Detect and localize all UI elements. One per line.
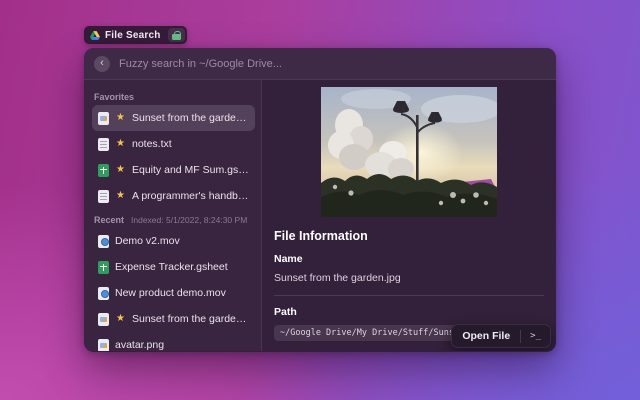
details-heading: File Information (274, 229, 544, 243)
file-preview-image (321, 87, 497, 217)
star-icon: ★ (115, 314, 126, 324)
list-item[interactable]: ★ Equity and MF Sum.gsheet (92, 157, 255, 183)
window-body: Favorites ★ Sunset from the garden.jpg ★ not… (84, 80, 556, 351)
list-item[interactable]: Demo v2.mov (92, 228, 255, 254)
file-name: A programmer's handbook.p... (132, 190, 249, 202)
list-item[interactable]: New product demo.mov (92, 280, 255, 306)
list-item[interactable]: ★ notes.txt (92, 131, 255, 157)
field-label: Name (274, 253, 544, 265)
file-name: Equity and MF Sum.gsheet (132, 164, 249, 176)
open-file-button[interactable]: Open File >_ (451, 324, 551, 348)
list-item[interactable]: ★ Sunset from the garden.jpg (92, 306, 255, 332)
file-name: Sunset from the garden.jpg (132, 313, 249, 325)
section-index-meta: Indexed: 5/1/2022, 8:24:30 PM (131, 215, 247, 225)
image-file-icon (98, 112, 109, 125)
text-file-icon (98, 190, 109, 203)
field-divider (274, 295, 544, 296)
file-search-window: ‹ Favorites ★ Sunset from the garden.jpg ★ n… (84, 48, 556, 352)
star-icon: ★ (115, 191, 126, 201)
gsheet-file-icon (98, 164, 109, 177)
app-badge-label: File Search (105, 30, 161, 41)
movie-file-icon (98, 287, 109, 300)
field-value: Sunset from the garden.jpg (274, 272, 544, 284)
open-file-label: Open File (452, 325, 520, 347)
terminal-icon: >_ (521, 326, 550, 346)
app-badge-main: File Search (84, 30, 168, 41)
field-label: Path (274, 306, 544, 318)
image-file-icon (98, 313, 109, 326)
text-file-icon (98, 138, 109, 151)
file-name: Demo v2.mov (115, 235, 180, 247)
file-details-panel: File Information Name Sunset from the gar… (262, 80, 556, 351)
file-name: notes.txt (132, 138, 172, 150)
star-icon: ★ (115, 165, 126, 175)
gsheet-file-icon (98, 261, 109, 274)
file-name: New product demo.mov (115, 287, 226, 299)
window-header: ‹ (84, 48, 556, 80)
list-item[interactable]: Expense Tracker.gsheet (92, 254, 255, 280)
list-item[interactable]: ★ A programmer's handbook.p... (92, 183, 255, 209)
section-header: Recent Indexed: 5/1/2022, 8:24:30 PM (94, 215, 253, 225)
sidebar-sections: Favorites ★ Sunset from the garden.jpg ★ not… (84, 80, 262, 351)
star-icon: ★ (115, 113, 126, 123)
chevron-left-icon: ‹ (100, 58, 104, 69)
search-input[interactable] (119, 58, 546, 70)
section-header: Favorites (94, 92, 253, 102)
badge-lock-segment (168, 28, 185, 42)
google-drive-icon (90, 31, 100, 40)
star-icon: ★ (115, 139, 126, 149)
file-name: Expense Tracker.gsheet (115, 261, 228, 273)
lock-icon (172, 31, 181, 40)
movie-file-icon (98, 235, 109, 248)
app-badge[interactable]: File Search (84, 26, 187, 44)
back-button[interactable]: ‹ (94, 56, 110, 72)
image-file-icon (98, 339, 109, 352)
file-name: avatar.png (115, 339, 164, 351)
file-name: Sunset from the garden.jpg (132, 112, 249, 124)
list-item[interactable]: avatar.png (92, 332, 255, 351)
section-label: Favorites (94, 92, 134, 102)
list-item[interactable]: ★ Sunset from the garden.jpg (92, 105, 255, 131)
section-label: Recent (94, 215, 124, 225)
